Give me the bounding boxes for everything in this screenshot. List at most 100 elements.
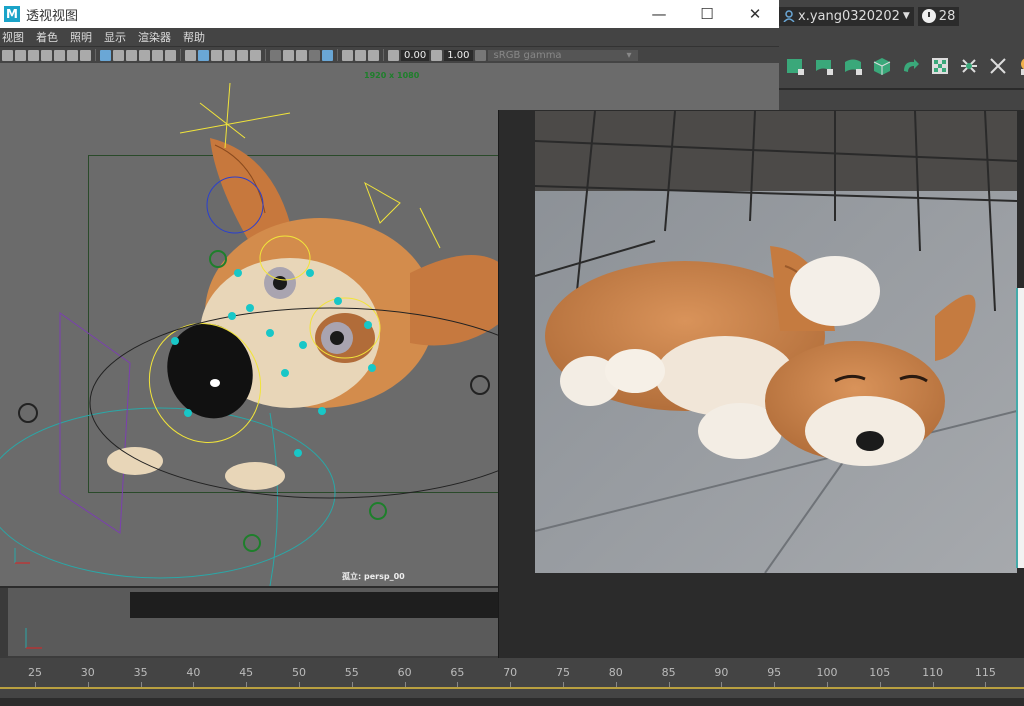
exposure-value[interactable]: 0.00: [401, 49, 430, 61]
timeline-tick-label: 60: [397, 666, 412, 679]
lights-icon[interactable]: [237, 49, 248, 61]
time-slider[interactable]: 25 30 35 40 45 50 55 60 65 70 75 80 85 90 95 100 105 110 1…: [0, 658, 1024, 706]
color-mgmt-icon[interactable]: [474, 49, 486, 61]
shelf-poly-plane-icon[interactable]: [783, 54, 807, 78]
panel-toolbar: 0.00 1.00 sRGB gamma ▾: [0, 46, 779, 63]
clock-badge[interactable]: 28: [917, 6, 960, 26]
timeline-tick-label: 75: [556, 666, 570, 679]
lower-panel-side: [0, 588, 8, 658]
axis-indicator-icon: [25, 628, 42, 649]
wireframe-on-shaded-icon[interactable]: [211, 49, 222, 61]
field-chart-icon[interactable]: [139, 49, 150, 61]
timeline-tick-label: 30: [80, 666, 95, 679]
color-space-select[interactable]: sRGB gamma ▾: [487, 49, 638, 61]
window-title: 透视视图: [26, 8, 79, 24]
close-button[interactable]: ✕: [731, 5, 779, 23]
maya-app-icon: M: [4, 6, 20, 22]
menu-view[interactable]: 视图: [2, 29, 24, 45]
timeline-tick-label: 85: [661, 666, 676, 679]
isolate-select-icon[interactable]: [322, 49, 333, 61]
timeline-tick-label: 65: [450, 666, 465, 679]
anti-alias-icon[interactable]: [296, 49, 307, 61]
color-space-label: sRGB gamma: [493, 49, 562, 61]
menu-shading[interactable]: 着色: [36, 29, 58, 45]
range-slider[interactable]: [0, 698, 1024, 706]
timeline-range-line: [0, 687, 1024, 689]
gamma-icon[interactable]: [431, 49, 443, 61]
xray-components-icon[interactable]: [368, 49, 379, 61]
shelf-cube-icon[interactable]: [870, 54, 894, 78]
timeline-tick-label: 80: [608, 666, 623, 679]
timeline-tick-label: 55: [344, 666, 359, 679]
toolbar-divider: [337, 49, 338, 61]
menu-help[interactable]: 帮助: [183, 29, 205, 45]
timeline-tick-label: 100: [816, 666, 838, 679]
menu-lighting[interactable]: 照明: [70, 29, 92, 45]
shelf-tools-icon[interactable]: [986, 54, 1010, 78]
shelf-checker-icon[interactable]: [928, 54, 952, 78]
shelf-curve-icon[interactable]: [841, 54, 865, 78]
timeline-tick-label: 90: [714, 666, 729, 679]
panel-menubar: 视图 着色 照明 显示 渲染器 帮助: [0, 28, 779, 46]
grease-pencil-icon[interactable]: [54, 49, 65, 61]
shelf-redo-icon[interactable]: [899, 54, 923, 78]
image-viewer[interactable]: [498, 110, 1024, 658]
smooth-shade-icon[interactable]: [198, 49, 209, 61]
shadows-icon[interactable]: [250, 49, 261, 61]
chevron-down-icon: ▼: [902, 11, 910, 21]
maximize-button[interactable]: ☐: [683, 5, 731, 23]
menu-renderer[interactable]: 渲染器: [138, 29, 171, 45]
image-plane-icon[interactable]: [41, 49, 52, 61]
xray-icon[interactable]: [342, 49, 353, 61]
user-name: x.yang0320202: [798, 8, 900, 24]
window-edge: [1016, 288, 1024, 568]
film-gate-icon[interactable]: [100, 49, 111, 61]
user-menu[interactable]: x.yang0320202 ▼: [779, 6, 914, 26]
resolution-gate-icon[interactable]: [113, 49, 124, 61]
minimize-button[interactable]: —: [635, 5, 683, 23]
camera-icon[interactable]: [2, 49, 13, 61]
timeline-tick-label: 40: [186, 666, 201, 679]
desktop: x.yang0320202 ▼ 28 M 透视视图 — ☐ ✕ 视图 着色 照明…: [0, 0, 1024, 706]
gate-mask-icon[interactable]: [126, 49, 137, 61]
toolbar-divider: [95, 49, 96, 61]
timeline-tick-label: 105: [869, 666, 891, 679]
lower-panel: [0, 586, 500, 658]
shelf: [779, 50, 1024, 82]
motion-blur-icon[interactable]: [283, 49, 294, 61]
shelf-joint-icon[interactable]: [957, 54, 981, 78]
dof-icon[interactable]: [309, 49, 320, 61]
user-icon: [783, 10, 795, 22]
shelf-character-icon[interactable]: [1015, 54, 1024, 78]
camera-label: 孤立: persp_00: [342, 572, 405, 581]
grid-icon[interactable]: [80, 49, 91, 61]
camera-attr-icon[interactable]: [15, 49, 26, 61]
bookmark-icon[interactable]: [28, 49, 39, 61]
exposure-icon[interactable]: [388, 49, 399, 61]
menu-show[interactable]: 显示: [104, 29, 126, 45]
toolbar-divider: [383, 49, 384, 61]
ao-icon[interactable]: [270, 49, 281, 61]
lower-panel-bar: [130, 592, 500, 618]
chevron-down-icon: ▾: [626, 49, 632, 61]
clock-icon: [921, 9, 936, 23]
clock-count: 28: [938, 8, 956, 24]
safe-action-icon[interactable]: [152, 49, 163, 61]
shelf-bend-icon[interactable]: [812, 54, 836, 78]
timeline-tick-label: 35: [133, 666, 148, 679]
wireframe-icon[interactable]: [185, 49, 196, 61]
window-titlebar[interactable]: M 透视视图 — ☐ ✕: [0, 0, 779, 28]
toolbar-divider: [265, 49, 266, 61]
textured-icon[interactable]: [224, 49, 235, 61]
timeline-tick-label: 45: [239, 666, 254, 679]
timeline-tick-label: 110: [922, 666, 944, 679]
timeline-tick-label: 115: [974, 666, 996, 679]
shelf-divider: [779, 88, 1024, 90]
puppy-photo-art: [535, 111, 1017, 573]
xray-joints-icon[interactable]: [355, 49, 366, 61]
user-bar: x.yang0320202 ▼ 28: [779, 4, 960, 28]
timeline-tick-label: 70: [503, 666, 518, 679]
2d-pan-icon[interactable]: [67, 49, 78, 61]
safe-title-icon[interactable]: [165, 49, 176, 61]
gamma-value[interactable]: 1.00: [444, 49, 473, 61]
